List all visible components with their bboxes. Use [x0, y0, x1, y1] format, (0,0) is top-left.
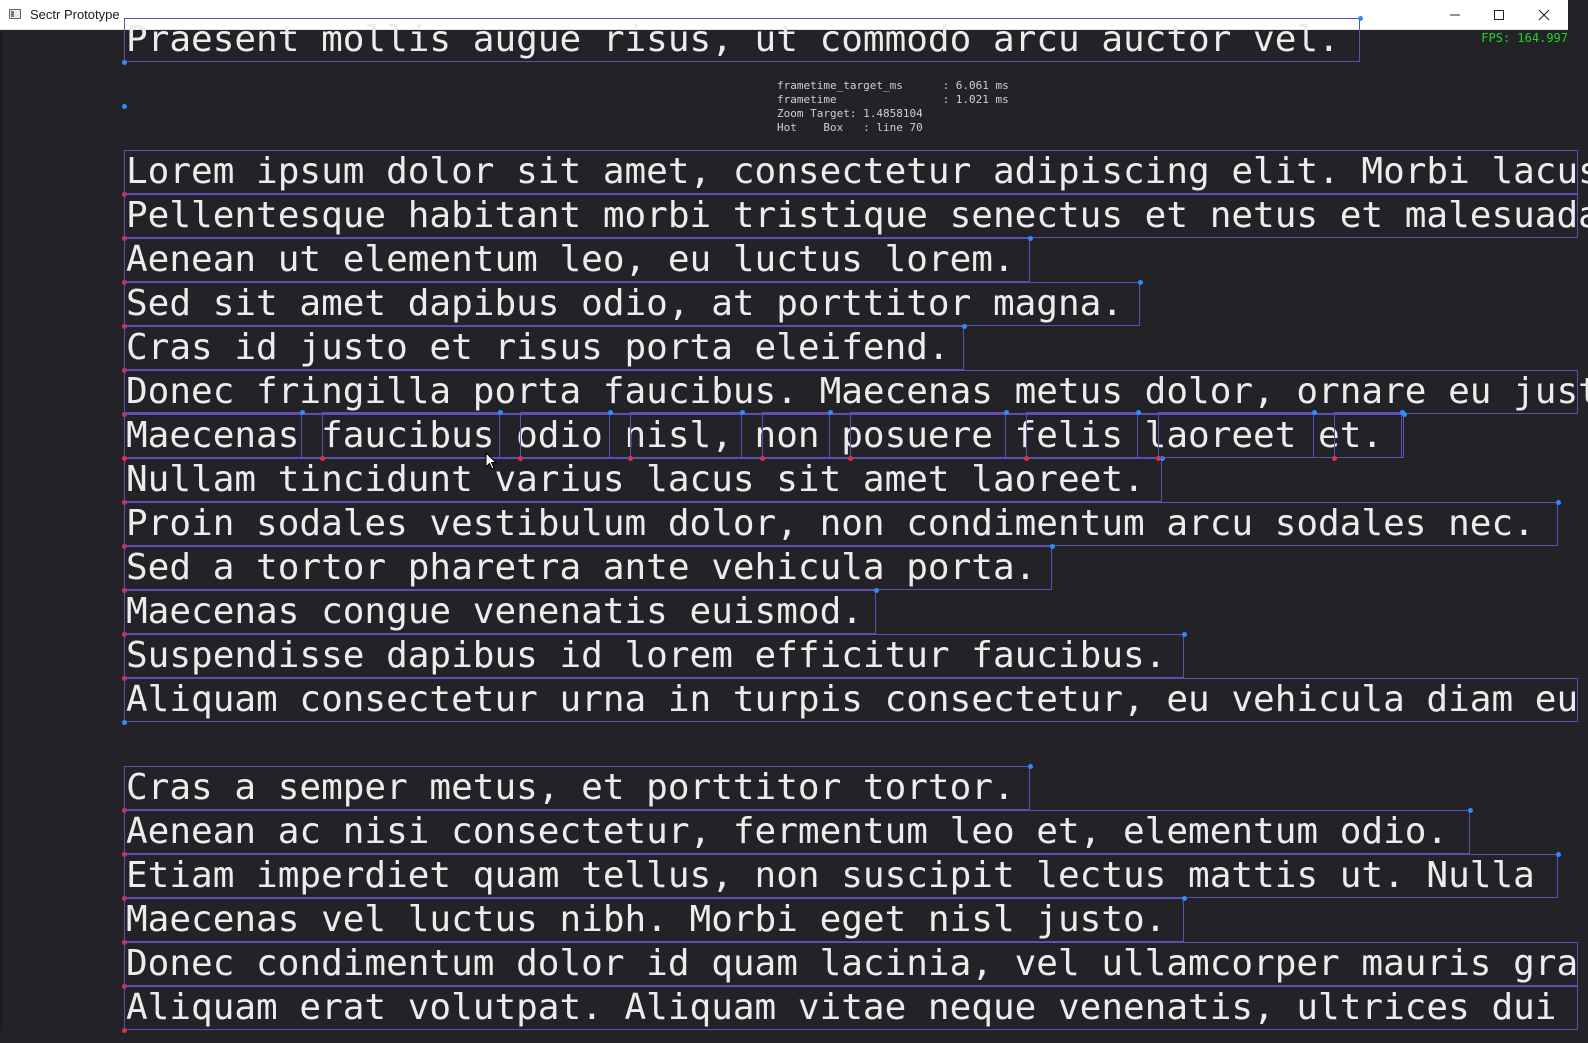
line-text: Cras id justo et risus porta eleifend.	[126, 327, 950, 368]
stat-frametime-target: frametime_target_ms : 6.061 ms	[777, 79, 1009, 92]
word-box[interactable]	[850, 412, 1006, 458]
minimize-button[interactable]	[1432, 0, 1478, 30]
word-box[interactable]	[762, 412, 830, 458]
stat-hot-box: Hot Box : line 70	[777, 121, 923, 134]
mouse-cursor-icon	[485, 452, 498, 470]
maximize-button[interactable]	[1476, 0, 1522, 30]
box-handle-dot	[121, 59, 127, 65]
line-text: Aenean ac nisi consectetur, fermentum le…	[126, 811, 1449, 852]
box-handle-dot	[1181, 895, 1187, 901]
box-handle-dot	[1137, 279, 1143, 285]
app-icon	[9, 9, 21, 19]
box-handle-dot	[1003, 409, 1009, 415]
fps-counter: FPS: 164.997	[1481, 31, 1568, 45]
box-handle-dot	[1357, 15, 1363, 21]
line-box[interactable]: Cras id justo et risus porta eleifend.	[124, 326, 964, 370]
maximize-icon	[1494, 10, 1504, 20]
line-text: Etiam imperdiet quam tellus, non suscipi…	[126, 855, 1535, 896]
box-handle-dot	[319, 455, 325, 461]
line-text: Sed a tortor pharetra ante vehicula port…	[126, 547, 1037, 588]
box-handle-dot	[739, 409, 745, 415]
line-text: Nullam tincidunt varius lacus sit amet l…	[126, 459, 1145, 500]
line-text: Aenean ut elementum leo, eu luctus lorem…	[126, 239, 1015, 280]
box-handle-dot	[873, 587, 879, 593]
box-handle-dot	[1023, 455, 1029, 461]
line-box[interactable]: Sed sit amet dapibus odio, at porttitor …	[124, 282, 1140, 326]
box-handle-dot	[121, 455, 127, 461]
box-handle-dot	[121, 719, 127, 725]
box-handle-dot	[121, 1027, 127, 1033]
box-handle-dot	[961, 323, 967, 329]
box-handle-dot	[1555, 851, 1561, 857]
minimize-icon	[1450, 14, 1460, 16]
box-handle-dot	[1027, 235, 1033, 241]
box-handle-dot	[607, 409, 613, 415]
line-box[interactable]: Pellentesque habitant morbi tristique se…	[124, 194, 1588, 238]
line-box[interactable]: Sed a tortor pharetra ante vehicula port…	[124, 546, 1052, 590]
line-box[interactable]: Donec condimentum dolor id quam lacinia,…	[124, 942, 1578, 986]
line-box[interactable]: Etiam imperdiet quam tellus, non suscipi…	[124, 854, 1558, 898]
box-handle-dot	[1049, 543, 1055, 549]
line-text: Donec fringilla porta faucibus. Maecenas…	[126, 371, 1588, 412]
box-handle-dot	[121, 103, 127, 109]
box-handle-dot	[759, 455, 765, 461]
box-handle-dot	[1555, 499, 1561, 505]
line-text: Maecenas vel luctus nibh. Morbi eget nis…	[126, 899, 1167, 940]
line-box[interactable]: Maecenas congue venenatis euismod.	[124, 590, 876, 634]
box-handle-dot	[847, 455, 853, 461]
box-handle-dot	[299, 409, 305, 415]
box-handle-dot	[1135, 409, 1141, 415]
line-box[interactable]: Praesent mollis augue risus, ut commodo …	[124, 18, 1360, 62]
line-box[interactable]: Cras a semper metus, et porttitor tortor…	[124, 766, 1030, 810]
line-text: Suspendisse dapibus id lorem efficitur f…	[126, 635, 1167, 676]
line-text: Cras a semper metus, et porttitor tortor…	[126, 767, 1015, 808]
line-text: Sed sit amet dapibus odio, at porttitor …	[126, 283, 1123, 324]
box-handle-dot	[1181, 631, 1187, 637]
line-box[interactable]: Aliquam consectetur urna in turpis conse…	[124, 678, 1578, 722]
debug-stats: frametime_target_ms : 6.061 ms frametime …	[777, 79, 1009, 135]
box-handle-dot	[517, 455, 523, 461]
close-icon	[1538, 9, 1550, 21]
line-box[interactable]: Suspendisse dapibus id lorem efficitur f…	[124, 634, 1184, 678]
line-box[interactable]: Aenean ac nisi consectetur, fermentum le…	[124, 810, 1470, 854]
word-box[interactable]	[520, 412, 610, 458]
word-box[interactable]	[322, 412, 500, 458]
stat-zoom-target: Zoom Target: 1.4858104	[777, 107, 923, 120]
line-box[interactable]: Donec fringilla porta faucibus. Maecenas…	[124, 370, 1588, 414]
line-box[interactable]: Aenean ut elementum leo, eu luctus lorem…	[124, 238, 1030, 282]
stat-frametime: frametime : 1.021 ms	[777, 93, 1009, 106]
close-button[interactable]	[1521, 0, 1567, 30]
line-box[interactable]: Aliquam erat volutpat. Aliquam vitae neq…	[124, 986, 1578, 1030]
box-handle-dot	[827, 409, 833, 415]
line-text: Aliquam erat volutpat. Aliquam vitae neq…	[126, 987, 1557, 1028]
window-title: Sectr Prototype	[30, 7, 120, 22]
line-box[interactable]: Lorem ipsum dolor sit amet, consectetur …	[124, 150, 1588, 194]
line-text: Lorem ipsum dolor sit amet, consectetur …	[126, 151, 1588, 192]
box-handle-dot	[1467, 807, 1473, 813]
line-text: Pellentesque habitant morbi tristique se…	[126, 195, 1588, 236]
word-box[interactable]	[1334, 412, 1402, 458]
word-box[interactable]	[124, 412, 302, 458]
word-box[interactable]	[1158, 412, 1314, 458]
word-box[interactable]	[630, 412, 742, 458]
box-handle-dot	[627, 455, 633, 461]
line-text: Maecenas congue venenatis euismod.	[126, 591, 863, 632]
line-text: Proin sodales vestibulum dolor, non cond…	[126, 503, 1535, 544]
line-box[interactable]: Proin sodales vestibulum dolor, non cond…	[124, 502, 1558, 546]
left-gutter	[0, 30, 2, 1030]
line-box[interactable]: Maecenas vel luctus nibh. Morbi eget nis…	[124, 898, 1184, 942]
box-handle-dot	[1027, 763, 1033, 769]
box-handle-dot	[1311, 409, 1317, 415]
box-handle-dot	[1399, 409, 1405, 415]
line-text: Donec condimentum dolor id quam lacinia,…	[126, 943, 1579, 984]
line-box[interactable]: Nullam tincidunt varius lacus sit amet l…	[124, 458, 1162, 502]
box-handle-dot	[497, 409, 503, 415]
box-handle-dot	[1155, 455, 1161, 461]
word-box[interactable]	[1026, 412, 1138, 458]
line-text: Praesent mollis augue risus, ut commodo …	[126, 19, 1340, 60]
box-handle-dot	[1331, 455, 1337, 461]
line-text: Aliquam consectetur urna in turpis conse…	[126, 679, 1579, 720]
